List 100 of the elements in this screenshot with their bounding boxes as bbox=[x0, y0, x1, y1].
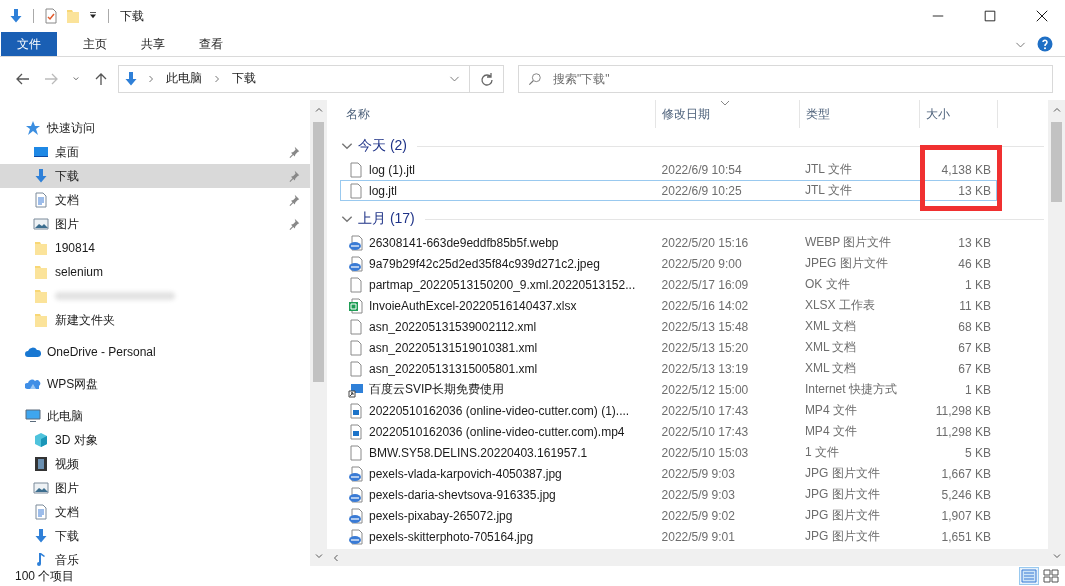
size-cell-text: 11,298 KB bbox=[934, 403, 992, 418]
scrollbar-thumb[interactable] bbox=[1051, 122, 1062, 202]
file-row[interactable]: pexels-pixabay-265072.jpg 2022/5/9 9:02 JPG 图片文件 1,907 KB bbox=[340, 505, 997, 526]
file-icon bbox=[348, 276, 364, 293]
ribbon-tab[interactable]: 共享 bbox=[129, 32, 177, 56]
search-field[interactable]: 搜索"下载" bbox=[518, 64, 1053, 93]
date-cell-text: 2022/5/9 9:03 bbox=[660, 487, 736, 502]
sidebar-item[interactable]: 快速访问 bbox=[0, 116, 310, 140]
sidebar-item[interactable]: 文档 bbox=[0, 188, 310, 212]
date-cell-text: 2022/5/10 17:43 bbox=[660, 424, 750, 439]
file-row[interactable]: log (1).jtl 2022/6/9 10:54 JTL 文件 4,138 KB bbox=[340, 159, 997, 180]
file-row[interactable]: 9a79b29f42c25d2ed35f84c939d271c2.jpeg 2022/5/20 9:00 JPEG 图片文件 46 KB bbox=[340, 253, 997, 274]
sidebar-item[interactable]: selenium bbox=[0, 260, 310, 284]
folder-icon bbox=[33, 288, 49, 304]
date-cell-text: 2022/6/9 10:54 bbox=[660, 162, 743, 177]
sidebar-item[interactable]: 3D 对象 bbox=[0, 428, 310, 452]
sidebar-item[interactable]: 桌面 bbox=[0, 140, 310, 164]
download-arrow-icon[interactable] bbox=[8, 8, 24, 24]
tiles-view-icon bbox=[1043, 568, 1059, 584]
breadcrumb[interactable]: 此电脑 bbox=[163, 70, 205, 87]
cube-icon bbox=[33, 432, 49, 448]
spreadsheet-icon bbox=[348, 297, 364, 314]
star-icon bbox=[25, 120, 41, 136]
help-icon[interactable] bbox=[1037, 36, 1053, 52]
file-icon bbox=[348, 161, 364, 178]
type-cell-text: JPEG 图片文件 bbox=[803, 255, 889, 272]
details-view-button[interactable] bbox=[1019, 567, 1039, 585]
sidebar-item[interactable]: 图片 bbox=[0, 212, 310, 236]
file-row[interactable]: partmap_20220513150200_9.xml.20220513152... 2022/5/17 16:09 OK 文件 1 KB bbox=[340, 274, 997, 295]
size-cell-text: 1 KB bbox=[963, 382, 992, 397]
file-row[interactable]: asn_202205131519010381.xml 2022/5/13 15:20 XML 文档 67 KB bbox=[340, 337, 997, 358]
column-header[interactable]: 大小 bbox=[920, 100, 998, 128]
sidebar-item[interactable]: 此电脑 bbox=[0, 404, 310, 428]
file-row[interactable]: pexels-daria-shevtsova-916335.jpg 2022/5/9 9:03 JPG 图片文件 5,246 KB bbox=[340, 484, 997, 505]
refresh-button[interactable] bbox=[470, 64, 504, 93]
scrollbar[interactable] bbox=[310, 100, 327, 566]
scrollbar-thumb[interactable] bbox=[313, 122, 324, 382]
file-row[interactable]: 20220510162036 (online-video-cutter.com) (1).... 2022/5/10 17:43 MP4 文件 11,298 KB bbox=[340, 400, 997, 421]
desktop-icon bbox=[33, 144, 49, 160]
column-header[interactable]: 名称 bbox=[340, 100, 656, 128]
file-row[interactable]: asn_202205131315005801.xml 2022/5/13 13:19 XML 文档 67 KB bbox=[340, 358, 997, 379]
file-row[interactable]: 26308141-663de9eddfb85b5f.webp 2022/5/20 15:16 WEBP 图片文件 13 KB bbox=[340, 232, 997, 253]
folder-icon[interactable] bbox=[65, 8, 81, 24]
file-row[interactable]: 20220510162036 (online-video-cutter.com).mp4 2022/5/10 17:43 MP4 文件 11,298 KB bbox=[340, 421, 997, 442]
file-row[interactable]: pexels-vlada-karpovich-4050387.jpg 2022/5/9 9:03 JPG 图片文件 1,667 KB bbox=[340, 463, 997, 484]
ribbon-tab[interactable]: 文件 bbox=[1, 32, 57, 56]
file-name: 20220510162036 (online-video-cutter.com).mp4 bbox=[369, 424, 625, 439]
tiles-view-button[interactable] bbox=[1041, 567, 1061, 585]
image-file-icon bbox=[348, 465, 364, 482]
file-row[interactable]: pexels-skitterphoto-705164.jpg 2022/5/9 9:01 JPG 图片文件 1,651 KB bbox=[340, 526, 997, 547]
type-cell-text: JTL 文件 bbox=[803, 161, 853, 178]
size-cell-text: 46 KB bbox=[957, 256, 992, 271]
properties-icon[interactable] bbox=[43, 8, 59, 24]
sidebar-item[interactable]: 音乐 bbox=[0, 548, 310, 566]
picture-icon bbox=[33, 216, 49, 232]
image-file-icon bbox=[348, 234, 364, 251]
file-row[interactable]: 百度云SVIP长期免费使用 2022/5/12 15:00 Internet 快捷方式 1 KB bbox=[340, 379, 997, 400]
address-bar[interactable]: 此电脑 下载 bbox=[118, 64, 470, 93]
sidebar-item[interactable]: 图片 bbox=[0, 476, 310, 500]
type-cell-text: MP4 文件 bbox=[803, 402, 858, 419]
ribbon-tab[interactable]: 查看 bbox=[187, 32, 235, 56]
file-name: InvoieAuthExcel-20220516140437.xlsx bbox=[369, 298, 577, 313]
file-name: partmap_20220513150200_9.xml.20220513152... bbox=[369, 277, 636, 292]
group-header[interactable]: 今天 (2) bbox=[358, 137, 413, 155]
group-header[interactable]: 上月 (17) bbox=[358, 210, 421, 228]
ribbon-tab[interactable]: 主页 bbox=[71, 32, 119, 56]
computer-icon bbox=[25, 408, 41, 424]
file-icon bbox=[348, 318, 364, 335]
sidebar-item[interactable]: 新建文件夹 bbox=[0, 308, 310, 332]
date-cell-text: 2022/5/17 16:09 bbox=[660, 277, 750, 292]
type-cell-text: JPG 图片文件 bbox=[803, 486, 881, 503]
file-name: asn_202205131519010381.xml bbox=[369, 340, 538, 355]
image-file-icon bbox=[348, 528, 364, 545]
file-row[interactable]: log.jtl 2022/6/9 10:25 JTL 文件 13 KB bbox=[340, 180, 997, 201]
sidebar-item[interactable]: 文档 bbox=[0, 500, 310, 524]
date-cell-text: 2022/5/9 9:02 bbox=[660, 508, 736, 523]
column-header[interactable]: 修改日期 bbox=[656, 100, 800, 128]
file-icon bbox=[348, 444, 364, 461]
sidebar-item[interactable]: OneDrive - Personal bbox=[0, 340, 310, 364]
sidebar-item[interactable]: 下载 bbox=[0, 164, 310, 188]
sidebar-item[interactable]: 视频 bbox=[0, 452, 310, 476]
file-row[interactable]: InvoieAuthExcel-20220516140437.xlsx 2022/5/16 14:02 XLSX 工作表 11 KB bbox=[340, 295, 997, 316]
file-row[interactable]: asn_202205131539002112.xml 2022/5/13 15:48 XML 文档 68 KB bbox=[340, 316, 997, 337]
document-icon bbox=[33, 504, 49, 520]
breadcrumb[interactable]: 下载 bbox=[229, 70, 259, 87]
scrollbar[interactable] bbox=[1048, 100, 1065, 566]
file-name: 26308141-663de9eddfb85b5f.webp bbox=[369, 235, 559, 250]
date-cell-text: 2022/5/10 17:43 bbox=[660, 403, 750, 418]
file-icon bbox=[348, 339, 364, 356]
sidebar-item[interactable]: WPS网盘 bbox=[0, 372, 310, 396]
image-file-icon bbox=[348, 255, 364, 272]
type-cell-text: JTL 文件 bbox=[803, 182, 853, 199]
file-name: pexels-skitterphoto-705164.jpg bbox=[369, 529, 534, 544]
file-row[interactable]: BMW.SY58.DELINS.20220403.161957.1 2022/5/10 15:03 1 文件 5 KB bbox=[340, 442, 997, 463]
sidebar-item[interactable]: 190814 bbox=[0, 236, 310, 260]
type-cell-text: 1 文件 bbox=[803, 444, 840, 461]
column-header[interactable]: 类型 bbox=[800, 100, 920, 128]
sidebar-item[interactable]: 下载 bbox=[0, 524, 310, 548]
image-file-icon bbox=[348, 507, 364, 524]
folder-icon bbox=[33, 240, 49, 256]
